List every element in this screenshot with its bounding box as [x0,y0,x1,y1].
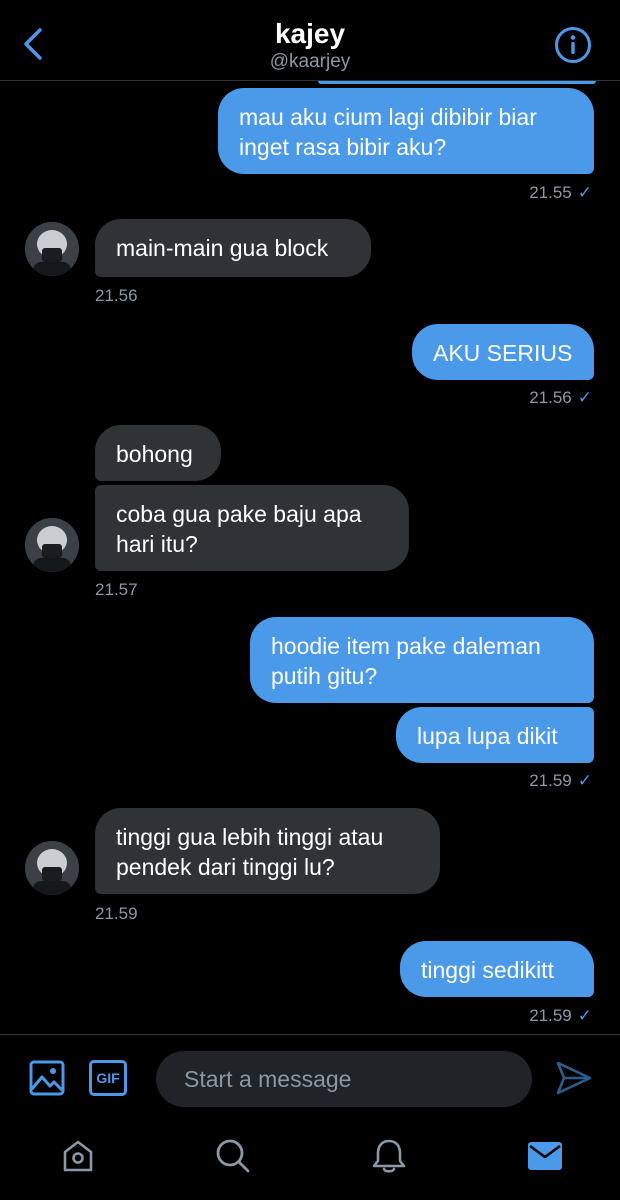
message-input[interactable] [156,1051,532,1107]
message-timestamp: 21.56 ✓ [529,388,592,408]
messages-icon[interactable] [527,1141,563,1171]
gif-button[interactable]: GIF [89,1060,127,1096]
search-icon[interactable] [215,1138,251,1174]
message-timestamp: 21.59 ✓ [529,1006,592,1026]
bottom-tab-bar [0,1122,620,1200]
message-timestamp: 21.59 [95,904,138,923]
home-icon[interactable] [61,1137,95,1173]
conversation-header: kajey @kaarjey [0,0,620,81]
read-receipt-icon: ✓ [577,183,592,202]
sent-message-bubble[interactable]: hoodie item pake daleman putih gitu? [250,617,594,703]
avatar-photo-icon [25,222,79,276]
sent-message-bubble[interactable]: tinggi sedikitt [400,941,594,997]
sent-message-bubble[interactable]: AKU SERIUS [412,324,594,380]
conversation-handle: @kaarjey [269,51,351,72]
read-receipt-icon: ✓ [577,1006,592,1025]
received-message-bubble[interactable]: bohong [95,425,221,481]
sent-message-bubble[interactable]: mau aku cium lagi dibibir biar inget ras… [218,88,594,174]
message-composer: GIF [0,1034,620,1123]
received-message-bubble[interactable]: coba gua pake baju apa hari itu? [95,485,409,571]
timestamp-text: 21.56 [529,388,572,407]
avatar-photo-icon [25,518,79,572]
avatar[interactable] [25,841,79,895]
timestamp-text: 21.59 [529,1006,572,1025]
read-receipt-icon: ✓ [577,771,592,790]
read-receipt-icon: ✓ [577,388,592,407]
message-list[interactable]: mau aku cium lagi dibibir biar inget ras… [0,81,620,1034]
avatar[interactable] [25,518,79,572]
send-icon[interactable] [555,1060,593,1096]
received-message-bubble[interactable]: main-main gua block [95,219,371,277]
message-timestamp: 21.59 ✓ [529,771,592,791]
avatar-photo-icon [25,841,79,895]
previous-message-edge [318,81,596,84]
avatar[interactable] [25,222,79,276]
info-icon[interactable] [554,26,592,64]
sent-message-bubble[interactable]: lupa lupa dikit [396,707,594,763]
message-timestamp: 21.57 [95,580,138,599]
dm-conversation-screen: kajey @kaarjey mau aku cium lagi dibibir… [0,0,620,1200]
conversation-title: kajey [274,18,346,49]
timestamp-text: 21.55 [529,183,572,202]
image-icon[interactable] [29,1060,65,1096]
received-message-bubble[interactable]: tinggi gua lebih tinggi atau pendek dari… [95,808,440,894]
notifications-icon[interactable] [371,1137,407,1175]
message-timestamp: 21.56 [95,286,138,305]
conversation-title-block[interactable]: kajey @kaarjey [0,18,620,74]
message-timestamp: 21.55 ✓ [529,183,592,203]
timestamp-text: 21.59 [529,771,572,790]
